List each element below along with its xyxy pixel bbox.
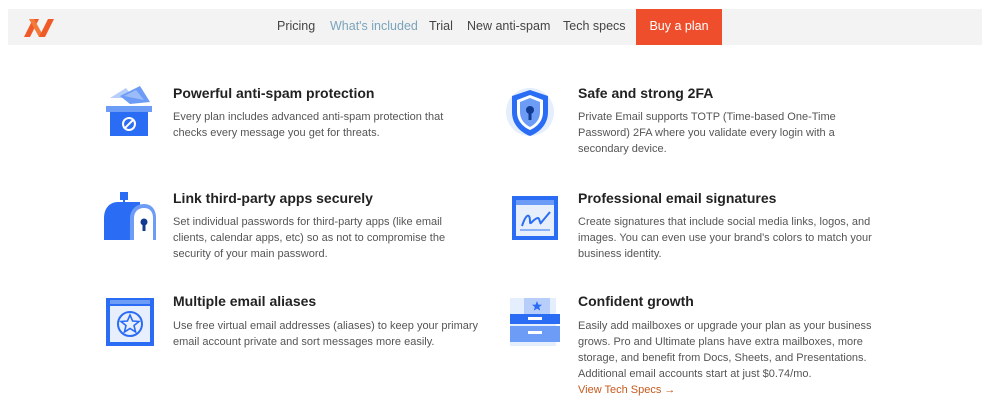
feature-email-signatures: Professional email signatures Create sig… — [506, 188, 906, 268]
feature-title: Professional email signatures — [578, 190, 777, 206]
feature-confident-growth: Confident growth Easily add mailboxes or… — [506, 292, 906, 400]
feature-title: Link third-party apps securely — [173, 190, 373, 206]
drawer-growth-icon — [510, 298, 560, 346]
feature-email-aliases: Multiple email aliases Use free virtual … — [100, 292, 500, 356]
feature-description: Use free virtual email addresses (aliase… — [173, 320, 479, 348]
namecheap-logo[interactable] — [22, 17, 56, 39]
star-browser-icon — [106, 298, 154, 346]
feature-description: Every plan includes advanced anti-spam p… — [173, 111, 444, 139]
spam-box-icon — [106, 86, 152, 136]
mailbox-lock-icon — [104, 192, 156, 240]
top-navbar: Pricing What's included Trial New anti-s… — [8, 9, 982, 45]
nav-whats-included[interactable]: What's included — [330, 9, 418, 45]
feature-title: Confident growth — [578, 293, 694, 309]
feature-third-party-apps: Link third-party apps securely Set indiv… — [100, 188, 500, 268]
feature-anti-spam: Powerful anti-spam protection Every plan… — [100, 84, 500, 154]
feature-description: Create signatures that include social me… — [578, 216, 872, 260]
feature-title: Safe and strong 2FA — [578, 85, 714, 101]
nav-tech-specs[interactable]: Tech specs — [563, 9, 626, 45]
feature-2fa: Safe and strong 2FA Private Email suppor… — [506, 84, 906, 164]
feature-description: Set individual passwords for third-party… — [173, 216, 446, 260]
feature-description: Easily add mailboxes or upgrade your pla… — [578, 318, 908, 398]
feature-title: Multiple email aliases — [173, 293, 317, 309]
nav-new-anti-spam[interactable]: New anti-spam — [467, 9, 550, 45]
feature-description: Private Email supports TOTP (Time-based … — [578, 111, 836, 155]
shield-lock-icon — [506, 88, 554, 136]
view-tech-specs-link[interactable]: View Tech Specs → — [578, 382, 908, 398]
signature-icon — [512, 196, 558, 240]
nav-trial[interactable]: Trial — [429, 9, 453, 45]
feature-title: Powerful anti-spam protection — [173, 85, 375, 101]
buy-plan-button[interactable]: Buy a plan — [636, 9, 722, 45]
nav-pricing[interactable]: Pricing — [277, 9, 315, 45]
